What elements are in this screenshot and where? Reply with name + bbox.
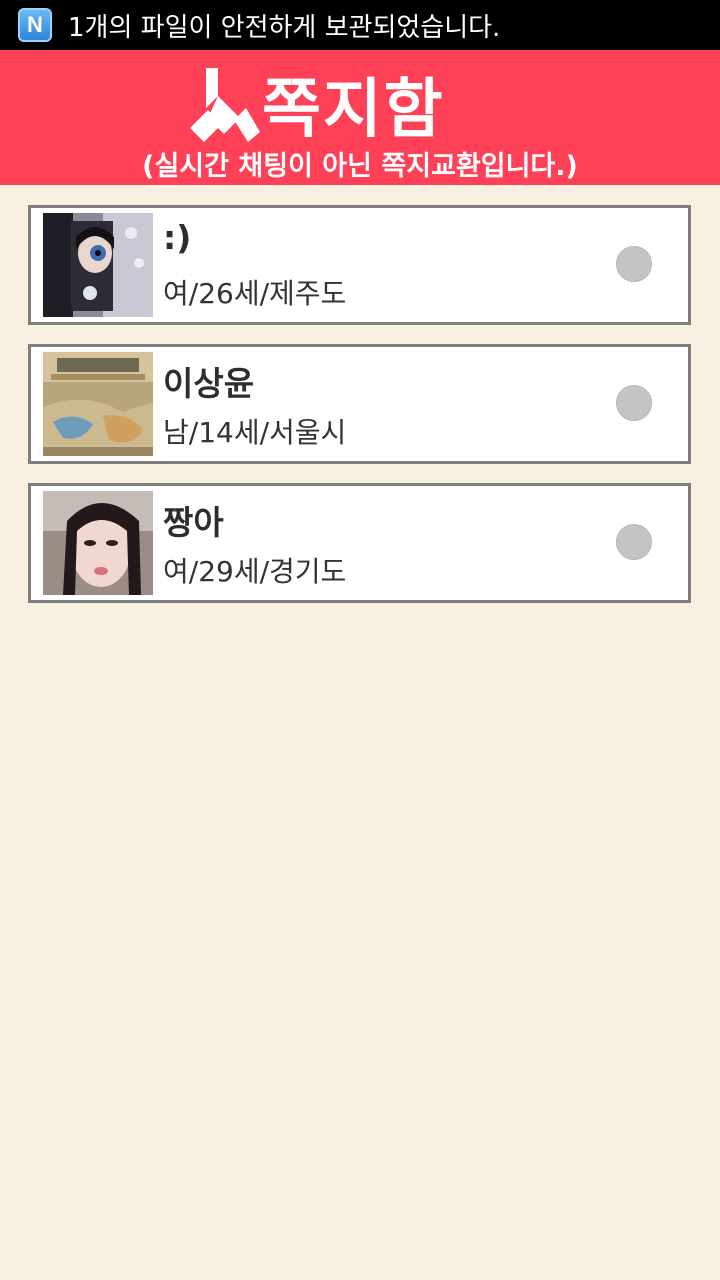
page-header: 쪽지함 (실시간 채팅이 아닌 쪽지교환입니다.)	[0, 50, 720, 185]
naver-n-icon[interactable]: N	[18, 8, 52, 42]
notification-text[interactable]: 1개의 파일이 안전하게 보관되었습니다.	[68, 7, 500, 44]
select-radio[interactable]	[616, 524, 652, 560]
select-radio[interactable]	[616, 246, 652, 282]
item-info: 여/26세/제주도	[163, 277, 347, 310]
item-info: 여/29세/경기도	[163, 555, 347, 588]
list-item[interactable]: 이상윤 남/14세/서울시	[28, 344, 691, 464]
status-bar: N 1개의 파일이 안전하게 보관되었습니다.	[0, 0, 720, 50]
avatar	[43, 213, 153, 317]
list-item[interactable]: 짱아 여/29세/경기도	[28, 483, 691, 603]
item-name: 이상윤	[163, 364, 255, 403]
item-name: 짱아	[163, 503, 224, 542]
list-item[interactable]: :) 여/26세/제주도	[28, 205, 691, 325]
message-logo-icon	[190, 68, 260, 142]
select-radio[interactable]	[616, 385, 652, 421]
page-subtitle: (실시간 채팅이 아닌 쪽지교환입니다.)	[142, 151, 578, 182]
item-name: :)	[163, 218, 192, 257]
avatar	[43, 491, 153, 595]
message-list: :) 여/26세/제주도 이상윤 남/14세/서울시 짱아 여/29세/경기도	[28, 205, 691, 622]
page-title: 쪽지함	[262, 73, 445, 147]
item-info: 남/14세/서울시	[163, 416, 347, 449]
avatar	[43, 352, 153, 456]
